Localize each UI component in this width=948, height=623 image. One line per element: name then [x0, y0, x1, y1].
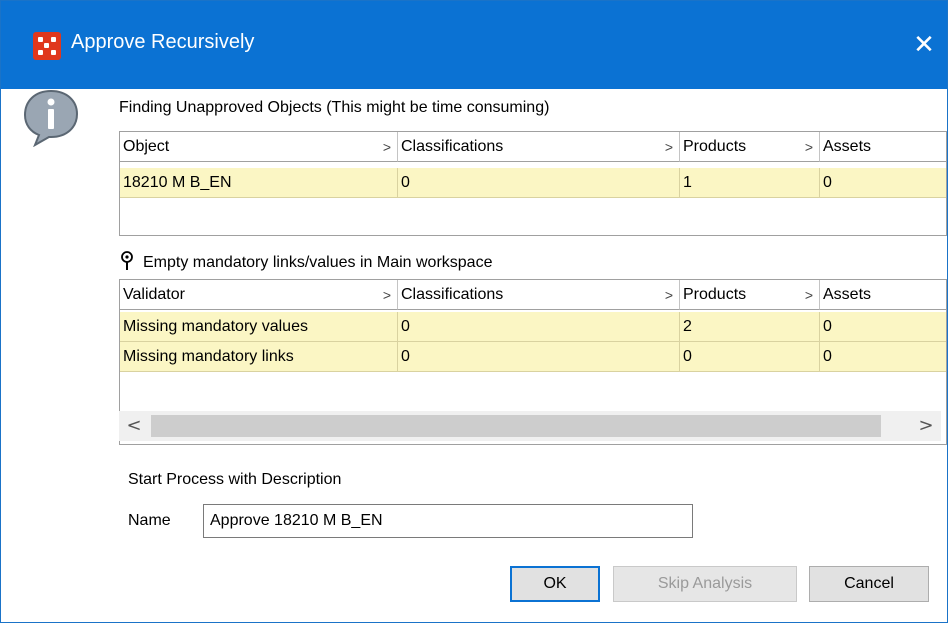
- column-header-validator[interactable]: Validator >: [120, 280, 398, 310]
- column-header-assets[interactable]: Assets: [820, 132, 946, 162]
- objects-section-label: Finding Unapproved Objects (This might b…: [119, 99, 550, 116]
- table-cell: 1: [680, 168, 820, 198]
- table-cell: 0: [398, 168, 680, 198]
- window-title: Approve Recursively: [71, 31, 255, 53]
- name-input[interactable]: Approve 18210 M B_EN: [203, 504, 693, 538]
- scroll-left-arrow-icon[interactable]: <: [119, 411, 149, 441]
- column-chevron-icon: >: [382, 287, 391, 303]
- column-header-classifications[interactable]: Classifications >: [398, 280, 680, 310]
- start-process-label: Start Process with Description: [128, 471, 342, 488]
- cancel-button[interactable]: Cancel: [809, 566, 929, 602]
- title-bar[interactable]: Approve Recursively ✕: [1, 1, 947, 89]
- table-cell: 0: [823, 348, 832, 365]
- approve-recursively-dialog: Approve Recursively ✕ Finding Unapproved…: [0, 0, 948, 623]
- scrollbar-thumb[interactable]: [151, 415, 881, 437]
- column-chevron-icon: >: [664, 139, 673, 155]
- column-chevron-icon: >: [382, 139, 391, 155]
- table-cell: 2: [680, 312, 820, 342]
- column-header-classifications[interactable]: Classifications >: [398, 132, 680, 162]
- table-cell: 0: [823, 174, 832, 191]
- column-chevron-icon: >: [664, 287, 673, 303]
- objects-table[interactable]: Object > Classifications > Products > As…: [119, 131, 947, 236]
- validators-section-label: Empty mandatory links/values in Main wor…: [143, 254, 493, 271]
- column-header-object[interactable]: Object >: [120, 132, 398, 162]
- close-button[interactable]: ✕: [901, 21, 947, 69]
- column-chevron-icon: >: [804, 287, 813, 303]
- column-header-assets[interactable]: Assets: [820, 280, 946, 310]
- table-cell: 18210 M B_EN: [120, 168, 398, 198]
- table-cell: 0: [398, 342, 680, 372]
- column-chevron-icon: >: [804, 139, 813, 155]
- pin-icon: [121, 251, 133, 270]
- column-header-products[interactable]: Products >: [680, 132, 820, 162]
- close-icon: ✕: [913, 30, 935, 60]
- table-row[interactable]: Missing mandatory values 0 2 0: [120, 312, 946, 342]
- table-row[interactable]: 18210 M B_EN 0 1 0: [120, 168, 946, 198]
- table-cell: Missing mandatory links: [120, 342, 398, 372]
- skip-analysis-button[interactable]: Skip Analysis: [613, 566, 797, 602]
- scroll-right-arrow-icon[interactable]: >: [911, 411, 941, 441]
- table-row[interactable]: Missing mandatory links 0 0 0: [120, 342, 946, 372]
- table-cell: 0: [398, 312, 680, 342]
- table-cell: 0: [680, 342, 820, 372]
- ok-button[interactable]: OK: [510, 566, 600, 602]
- horizontal-scrollbar[interactable]: < >: [119, 411, 941, 441]
- column-header-products[interactable]: Products >: [680, 280, 820, 310]
- app-grid-icon: [33, 32, 61, 60]
- name-label: Name: [128, 512, 171, 529]
- table-cell: Missing mandatory values: [120, 312, 398, 342]
- table-cell: 0: [823, 318, 832, 335]
- info-icon: [23, 89, 79, 147]
